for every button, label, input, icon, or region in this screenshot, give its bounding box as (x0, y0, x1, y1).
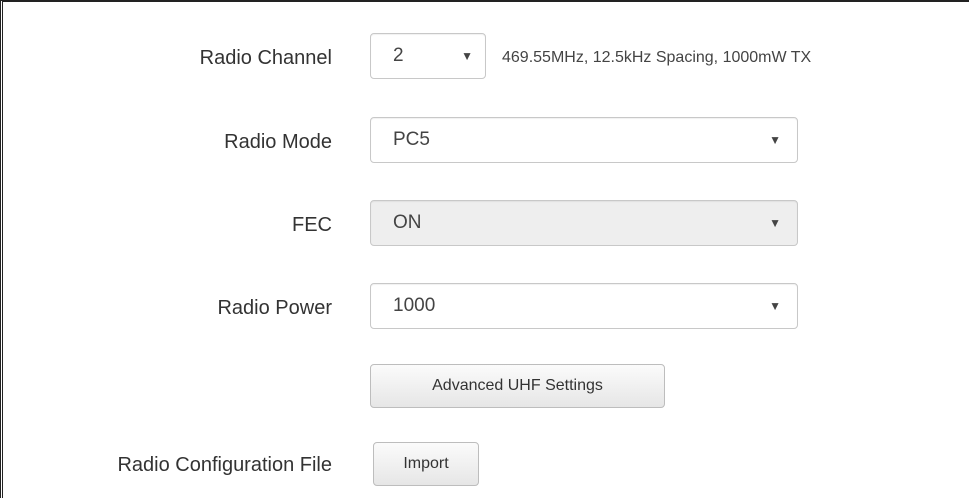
radio-mode-value: PC5 (393, 129, 430, 150)
radio-config-file-label: Radio Configuration File (117, 453, 332, 476)
radio-mode-select[interactable]: PC5 ▼ (370, 117, 798, 163)
radio-channel-select[interactable]: 2 ▼ (370, 33, 486, 79)
radio-channel-label: Radio Channel (199, 46, 332, 69)
radio-power-value: 1000 (393, 295, 436, 316)
radio-channel-value: 2 (393, 45, 404, 66)
radio-power-row: Radio Power 1000 ▼ (0, 278, 969, 338)
radio-config-file-row: Radio Configuration File Import (0, 435, 969, 495)
radio-power-label: Radio Power (217, 296, 332, 319)
advanced-uhf-settings-button[interactable]: Advanced UHF Settings (370, 364, 665, 408)
radio-mode-label: Radio Mode (224, 130, 332, 153)
fec-label: FEC (292, 213, 332, 236)
fec-select: ON ▼ (370, 200, 798, 246)
fec-value: ON (393, 212, 422, 233)
fec-row: FEC ON ▼ (0, 195, 969, 255)
import-button[interactable]: Import (373, 442, 479, 486)
radio-power-select[interactable]: 1000 ▼ (370, 283, 798, 329)
radio-mode-row: Radio Mode PC5 ▼ (0, 112, 969, 172)
chevron-down-icon: ▼ (461, 49, 473, 63)
radio-channel-description: 469.55MHz, 12.5kHz Spacing, 1000mW TX (502, 49, 812, 66)
chevron-down-icon: ▼ (769, 133, 781, 147)
radio-channel-row: Radio Channel 2 ▼ 469.55MHz, 12.5kHz Spa… (0, 28, 969, 88)
chevron-down-icon: ▼ (769, 216, 781, 230)
chevron-down-icon: ▼ (769, 299, 781, 313)
